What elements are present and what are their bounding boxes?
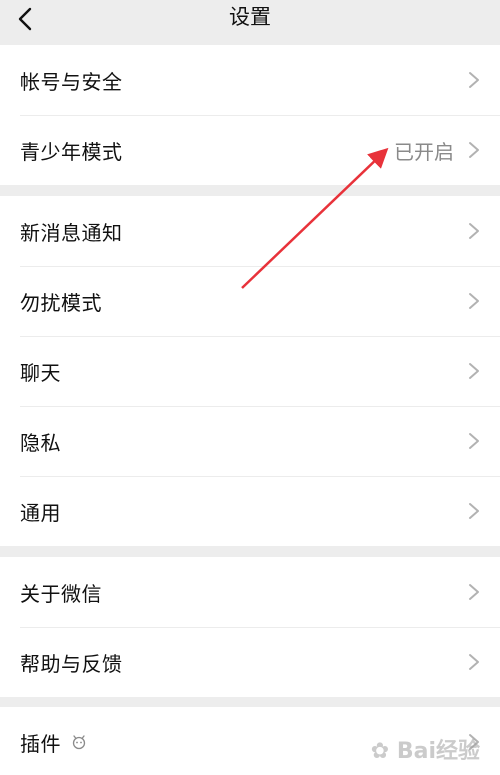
chevron-right-icon <box>469 72 479 88</box>
chevron-right-icon <box>469 503 479 519</box>
settings-item-label: 关于微信 <box>20 581 102 606</box>
settings-item-label: 帐号与安全 <box>20 69 123 94</box>
settings-item-label: 帮助与反馈 <box>20 651 123 676</box>
settings-item-chat[interactable]: 聊天 <box>0 336 500 406</box>
settings-group-account: 帐号与安全 青少年模式 已开启 <box>0 45 500 185</box>
chevron-right-icon <box>469 734 479 750</box>
settings-item-label: 青少年模式 <box>20 139 123 164</box>
settings-item-label: 新消息通知 <box>20 220 123 245</box>
chevron-right-icon <box>469 293 479 309</box>
settings-item-label: 勿扰模式 <box>20 290 102 315</box>
settings-item-teen-mode[interactable]: 青少年模式 已开启 <box>0 115 500 185</box>
chevron-right-icon <box>469 223 479 239</box>
chevron-right-icon <box>469 363 479 379</box>
settings-item-general[interactable]: 通用 <box>0 476 500 546</box>
settings-item-label: 通用 <box>20 500 61 525</box>
settings-group-about: 关于微信 帮助与反馈 <box>0 557 500 697</box>
settings-group-plugins: 插件 <box>0 707 500 775</box>
top-bar: 设置 <box>0 0 500 44</box>
settings-page: 设置 帐号与安全 青少年模式 已开启 新消息通知 勿扰模式 聊天 隐私 通用 关… <box>0 0 500 775</box>
settings-item-do-not-disturb[interactable]: 勿扰模式 <box>0 266 500 336</box>
settings-item-account-security[interactable]: 帐号与安全 <box>0 45 500 115</box>
page-title: 设置 <box>229 5 271 29</box>
settings-item-help-feedback[interactable]: 帮助与反馈 <box>0 627 500 697</box>
teen-mode-status: 已开启 <box>394 139 454 164</box>
settings-item-plugins[interactable]: 插件 <box>0 707 500 775</box>
chevron-right-icon <box>469 584 479 600</box>
settings-item-about-wechat[interactable]: 关于微信 <box>0 557 500 627</box>
settings-item-label: 聊天 <box>20 360 61 385</box>
settings-item-label: 隐私 <box>20 430 61 455</box>
settings-group-general: 新消息通知 勿扰模式 聊天 隐私 通用 <box>0 196 500 546</box>
chevron-right-icon <box>469 654 479 670</box>
settings-item-privacy[interactable]: 隐私 <box>0 406 500 476</box>
chevron-right-icon <box>469 142 479 158</box>
settings-item-new-message-notification[interactable]: 新消息通知 <box>0 196 500 266</box>
chevron-right-icon <box>469 433 479 449</box>
plugin-icon <box>72 735 86 750</box>
settings-item-label: 插件 <box>20 731 61 756</box>
